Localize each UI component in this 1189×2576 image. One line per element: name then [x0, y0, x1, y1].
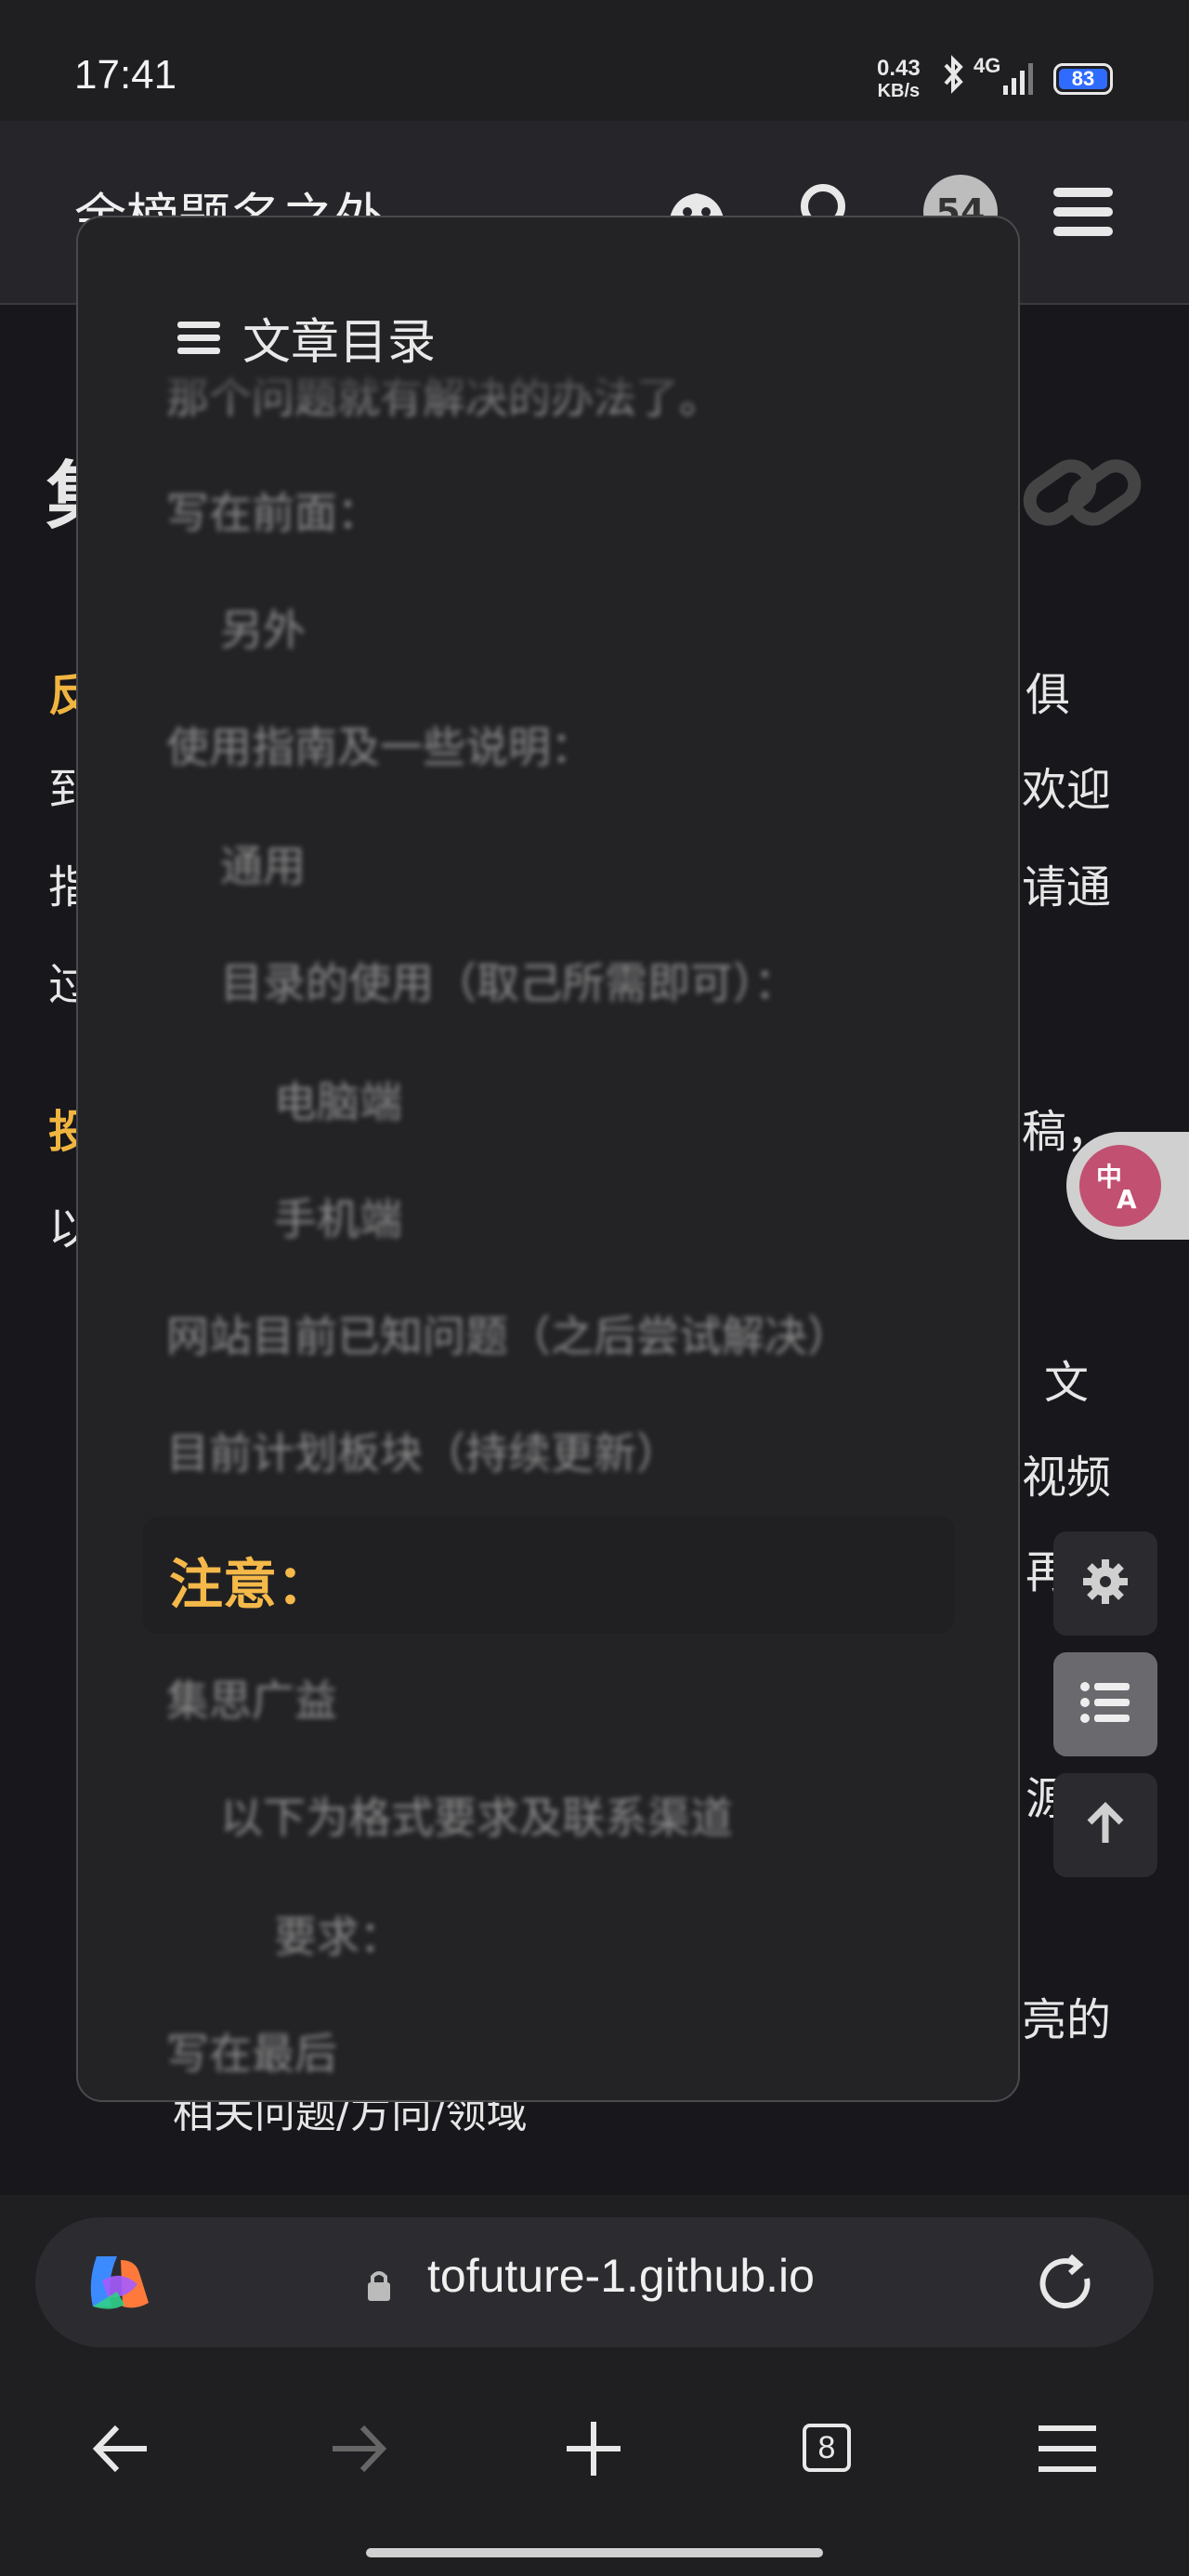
signal-icon [1001, 59, 1037, 97]
url-text[interactable]: tofuture-1.github.io [427, 2249, 815, 2303]
toc-item[interactable]: 手机端 [274, 1186, 402, 1247]
back-arrow-icon[interactable] [80, 2407, 163, 2491]
battery-level: 83 [1059, 67, 1107, 90]
list-icon [176, 318, 224, 359]
home-indicator[interactable] [366, 2548, 823, 2557]
link-icon [1022, 446, 1143, 543]
menu-icon[interactable] [1046, 175, 1120, 249]
translate-button[interactable]: 中A [1066, 1132, 1189, 1240]
status-time: 17:41 [74, 52, 177, 98]
lock-icon [364, 2267, 394, 2308]
toc-item[interactable]: 写在最后 [166, 2020, 337, 2082]
toc-panel: 那个问题就有解决的办法了。 写在前面： 另外 使用指南及一些说明： 通用 目录的… [76, 216, 1020, 2102]
bluetooth-icon [940, 54, 968, 104]
toc-item[interactable]: 使用指南及一些说明： [166, 714, 594, 775]
toc-title-label: 文章目录 [242, 315, 437, 371]
article-right-fragment: 俱 [1026, 669, 1071, 721]
browser-menu-icon[interactable] [1026, 2407, 1109, 2491]
new-tab-icon[interactable] [552, 2407, 635, 2491]
settings-button[interactable] [1053, 1531, 1157, 1636]
toc-item-active[interactable]: 注意： [143, 1517, 955, 1634]
translate-icon: 中A [1079, 1145, 1161, 1227]
list-icon [1079, 1679, 1131, 1729]
article-right-fragment: 亮的 [1022, 1994, 1112, 2046]
tabs-button[interactable]: 8 [803, 2424, 851, 2472]
forward-arrow-icon[interactable] [316, 2407, 399, 2491]
network-speed: 0.43 KB/s [877, 56, 921, 102]
reload-icon[interactable] [1033, 2251, 1098, 2320]
toc-item[interactable]: 目前计划板块（持续更新） [166, 1420, 679, 1481]
toc-item[interactable]: 另外 [220, 597, 306, 658]
toc-item[interactable]: 通用 [220, 833, 306, 894]
toc-item[interactable]: 以下为格式要求及联系渠道 [220, 1784, 733, 1846]
toc-item[interactable]: 网站目前已知问题（之后尝试解决） [166, 1303, 850, 1364]
toc-item[interactable]: 目录的使用（取己所需即可）： [220, 950, 797, 1011]
toc-item[interactable]: 写在前面： [166, 480, 380, 541]
toc-item[interactable]: 要求： [274, 1903, 402, 1965]
toc-item[interactable]: 电脑端 [274, 1069, 402, 1130]
article-right-fragment: 文 [1044, 1357, 1090, 1409]
battery-icon: 83 [1053, 63, 1113, 95]
toc-title: 文章目录 [176, 303, 436, 373]
toc-toggle-button[interactable] [1053, 1652, 1157, 1756]
gear-icon [1079, 1556, 1131, 1611]
toc-item-active-label: 注意： [169, 1553, 332, 1616]
article-right-fragment: 请通 [1022, 861, 1112, 913]
article-right-fragment: 视频 [1022, 1452, 1112, 1504]
copilot-icon[interactable] [84, 2251, 154, 2320]
back-to-top-button[interactable] [1053, 1773, 1157, 1877]
network-type: 4G [973, 54, 1001, 77]
toc-item[interactable]: 集思广益 [166, 1667, 337, 1728]
arrow-up-icon [1082, 1800, 1129, 1850]
article-right-fragment: 欢迎 [1022, 764, 1112, 816]
svg-text:A: A [1117, 1184, 1137, 1214]
